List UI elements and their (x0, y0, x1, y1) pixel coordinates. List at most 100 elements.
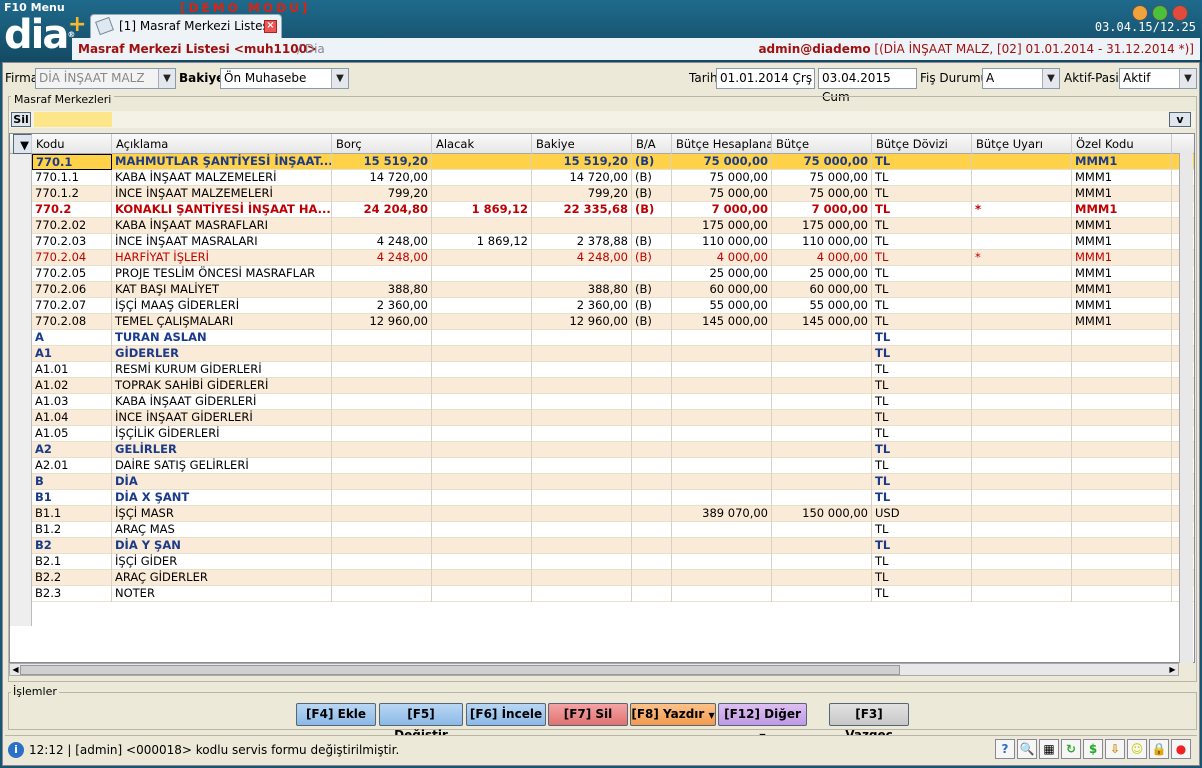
col-ozel-kodu[interactable]: Özel Kodu (1072, 134, 1172, 154)
tab-masraf-merkezi[interactable]: [1] Masraf Merkezi Listesi × (90, 14, 282, 38)
cell-bhesap (672, 442, 772, 458)
cell-ba: (B) (632, 170, 672, 186)
fis-durumu-select[interactable]: A ▼ (982, 68, 1060, 89)
table-row[interactable]: 770.2.06 KAT BAŞI MALİYET 388,80 388,80 (B) 6… (32, 282, 1194, 298)
col-aciklama[interactable]: Açıklama (112, 134, 332, 154)
clear-filter-button[interactable]: Sil (11, 112, 31, 127)
cell-ozel (1072, 570, 1172, 586)
cell-alacak (432, 186, 532, 202)
table-row[interactable]: B2.2 ARAÇ GİDERLER TL (32, 570, 1194, 586)
col-alacak[interactable]: Alacak (432, 134, 532, 154)
sil-button[interactable]: [F7] Sil (548, 703, 628, 726)
diger-button[interactable]: [F12] Diğer ▼ (718, 703, 807, 741)
firma-select[interactable]: DİA İNŞAAT MALZ ▼ (35, 68, 176, 89)
cell-alacak (432, 218, 532, 234)
cell-kod: 770.1.2 (32, 186, 112, 202)
refresh-icon[interactable]: ↻ (1061, 739, 1081, 759)
minimize-button[interactable] (1132, 5, 1148, 21)
vazgec-button[interactable]: [F3] Vazgeç (829, 703, 909, 742)
cell-kod: 770.2.02 (32, 218, 112, 234)
cell-bhesap (672, 346, 772, 362)
calculator-icon[interactable]: ▦ (1039, 739, 1059, 759)
col-butce-uyari[interactable]: Bütçe Uyarı (972, 134, 1072, 154)
cell-butce: 55 000,00 (772, 298, 872, 314)
close-window-button[interactable] (1172, 5, 1188, 21)
table-row[interactable]: 770.1.2 İNCE İNŞAAT MALZEMELERİ 799,20 799,… (32, 186, 1194, 202)
table-row[interactable]: 770.2.03 İNCE İNŞAAT MASRALARI 4 248,00 1 8… (32, 234, 1194, 250)
cell-borc (332, 490, 432, 506)
col-butce-hesaplanan[interactable]: Bütçe Hesaplanan (672, 134, 772, 154)
table-row[interactable]: B2.1 İŞÇİ GİDER TL (32, 554, 1194, 570)
table-row[interactable]: A1.02 TOPRAK SAHİBİ GİDERLERİ TL (32, 378, 1194, 394)
table-row[interactable]: A1.04 İNCE İNŞAAT GİDERLERİ TL (32, 410, 1194, 426)
horizontal-scrollbar[interactable]: ◀ ▶ (9, 663, 1179, 676)
cell-kod: A1.01 (32, 362, 112, 378)
table-row[interactable]: 770.1 MAHMUTLAR ŞANTİYESİ İNŞAAT... 15 519… (32, 154, 1194, 170)
currency-icon[interactable]: $ (1083, 739, 1103, 759)
table-row[interactable]: B1.2 ARAÇ MAS TL (32, 522, 1194, 538)
table-row[interactable]: 770.2.08 TEMEL ÇALIŞMALARI 12 960,00 12 960… (32, 314, 1194, 330)
vertical-scrollbar[interactable] (1179, 153, 1193, 663)
aktif-pasif-select[interactable]: Aktif ▼ (1119, 68, 1197, 89)
column-menu-button[interactable]: v (1169, 112, 1191, 127)
col-kodu[interactable]: Kodu (32, 134, 112, 154)
islemler-label: İşlemler (11, 685, 59, 698)
tarih-end-field[interactable]: 03.04.2015 Cum (818, 68, 917, 104)
cell-kod: B1 (32, 490, 112, 506)
degistir-button[interactable]: [F5] Değiştir (379, 703, 463, 742)
maximize-button[interactable] (1152, 5, 1168, 21)
ekle-button[interactable]: [F4] Ekle (296, 703, 376, 726)
table-row[interactable]: 770.2.07 İŞÇİ MAAŞ GİDERLERİ 2 360,00 2 360… (32, 298, 1194, 314)
cell-doviz: TL (872, 554, 972, 570)
table-row[interactable]: A2 GELİRLER TL (32, 442, 1194, 458)
bakiye-select[interactable]: Ön Muhasebe ▼ (220, 68, 349, 89)
search-icon[interactable]: 🔍 (1017, 739, 1037, 759)
cell-uyari (972, 586, 1072, 602)
table-row[interactable]: A1 GİDERLER TL (32, 346, 1194, 362)
close-tab-icon[interactable]: × (264, 20, 277, 33)
lock-icon[interactable]: 🔒 (1149, 739, 1169, 759)
download-icon[interactable]: ⇩ (1105, 739, 1125, 759)
incele-button[interactable]: [F6] İncele (466, 703, 546, 726)
breadcrumb[interactable]: / Dia (297, 38, 325, 60)
col-ba[interactable]: B/A (632, 134, 672, 154)
table-row[interactable]: A2.01 DAİRE SATIŞ GELİRLERİ TL (32, 458, 1194, 474)
tarih-start-field[interactable]: 01.01.2014 Çrş (716, 68, 815, 89)
table-row[interactable]: A1.03 KABA İNŞAAT GİDERLERİ TL (32, 394, 1194, 410)
table-row[interactable]: A TURAN ASLAN TL (32, 330, 1194, 346)
user-name: admin@diademo (758, 42, 871, 56)
cell-kod: B2 (32, 538, 112, 554)
table-row[interactable]: 770.2.02 KABA İNŞAAT MASRAFLARI 175 000,00… (32, 218, 1194, 234)
yazdir-button[interactable]: [F8] Yazdır ▼ (630, 703, 716, 726)
table-row[interactable]: A1.01 RESMİ KURUM GİDERLERİ TL (32, 362, 1194, 378)
col-borc[interactable]: Borç (332, 134, 432, 154)
col-butce[interactable]: Bütçe (772, 134, 872, 154)
table-row[interactable]: B2.3 NOTER TL (32, 586, 1194, 602)
table-row[interactable]: B2 DİA Y ŞAN TL (32, 538, 1194, 554)
cell-borc: 24 204,80 (332, 202, 432, 218)
table-row[interactable]: 770.1.1 KABA İNŞAAT MALZEMELERİ 14 720,00 1… (32, 170, 1194, 186)
scroll-thumb[interactable] (20, 665, 900, 675)
table-row[interactable]: 770.2.05 PROJE TESLİM ÖNCESİ MASRAFLAR 25 … (32, 266, 1194, 282)
col-butce-dovizi[interactable]: Bütçe Dövizi (872, 134, 972, 154)
table-row[interactable]: A1.05 İŞÇİLİK GİDERLERİ TL (32, 426, 1194, 442)
col-bakiye[interactable]: Bakiye (532, 134, 632, 154)
table-row[interactable]: B1.1 İŞÇİ MASR 389 070,00 150 000,00 USD (32, 506, 1194, 522)
cell-uyari (972, 570, 1072, 586)
table-row[interactable]: B DİA TL (32, 474, 1194, 490)
scroll-right-icon[interactable]: ▶ (1167, 664, 1178, 675)
kod-filter-input[interactable] (34, 112, 112, 127)
cell-kod: A (32, 330, 112, 346)
table-row[interactable]: 770.2.04 HARFİYAT İŞLERİ 4 248,00 4 248,00(… (32, 250, 1194, 266)
stop-icon[interactable]: ● (1171, 739, 1191, 759)
smiley-icon[interactable]: ☺ (1127, 739, 1147, 759)
table-row[interactable]: 770.2 KONAKLI ŞANTİYESİ İNŞAAT HA... 24 20… (32, 202, 1194, 218)
add-tab-icon[interactable]: + (68, 12, 86, 37)
cell-ba (632, 346, 672, 362)
help-icon[interactable]: ? (995, 739, 1015, 759)
cell-butce (772, 442, 872, 458)
grid-menu-button[interactable]: ▼ (13, 134, 32, 154)
cell-doviz: TL (872, 250, 972, 266)
cell-bakiye: 4 248,00 (532, 250, 632, 266)
table-row[interactable]: B1 DİA X ŞANT TL (32, 490, 1194, 506)
